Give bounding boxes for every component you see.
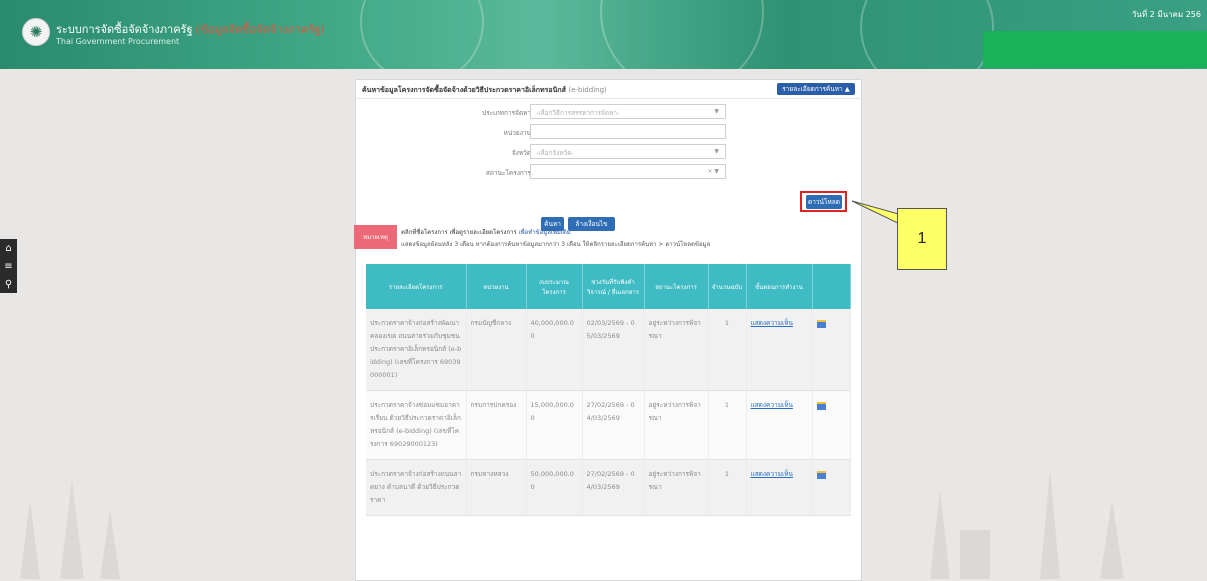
row-action-cell <box>812 459 851 516</box>
form-row-method: ประเภทการจัดหา -เลือกวิธีการสรรหาการจัดห… <box>356 104 861 120</box>
side-toolbar: ⌂ ≡ ⚲ <box>0 239 17 293</box>
document-icon[interactable] <box>816 471 826 479</box>
method-select[interactable]: -เลือกวิธีการสรรหาการจัดหา- ▼ <box>530 104 726 119</box>
search-panel: ค้นหาข้อมูลโครงการจัดซื้อจัดจ้างด้วยวิธี… <box>354 79 862 581</box>
project-agency: กรมการปกครอง <box>466 390 527 460</box>
clear-filter-button[interactable]: ล้างเงื่อนไข <box>568 217 615 231</box>
project-status: อยู่ระหว่างการพิจารณา <box>644 390 709 460</box>
project-status: อยู่ระหว่างการพิจารณา <box>644 309 709 391</box>
column-header[interactable]: งบประมาณโครงการ <box>526 264 583 309</box>
projects-table: รายละเอียดโครงการ หน่วยงาน งบประมาณโครงก… <box>366 264 851 516</box>
project-budget: 15,000,000.00 <box>526 390 583 460</box>
column-header <box>812 264 851 309</box>
province-label: จังหวัด <box>511 149 531 157</box>
panel-title-suffix: (e-bidding) <box>568 86 607 94</box>
site-title-red: (ข้อมูลจัดซื้อจัดจ้างภาครัฐ) <box>196 23 325 36</box>
site-subtitle: Thai Government Procurement <box>56 37 180 46</box>
comment-link[interactable]: แสดงความเห็น <box>746 390 813 460</box>
document-icon[interactable] <box>816 402 826 410</box>
search-icon[interactable]: ⚲ <box>5 279 12 290</box>
project-count: 1 <box>708 459 747 516</box>
note-line-1: คลิกที่ชื่อโครงการ เพื่อดูรายละเอียดโครง… <box>401 227 571 237</box>
agency-input[interactable] <box>530 124 726 139</box>
home-icon[interactable]: ⌂ <box>5 243 11 254</box>
column-header[interactable]: จำนวนฉบับ <box>708 264 747 309</box>
current-date: วันที่ 2 มีนาคม 256 <box>1131 10 1201 19</box>
chevron-down-icon: ▼ <box>714 148 719 155</box>
table-header-row: รายละเอียดโครงการ หน่วยงาน งบประมาณโครงก… <box>366 264 851 309</box>
note-line-1a: คลิกที่ชื่อโครงการ <box>401 229 448 236</box>
status-label: สถานะโครงการ <box>485 169 531 177</box>
project-dates: 02/03/2569 - 05/03/2569 <box>582 309 645 391</box>
column-header[interactable]: หน่วยงาน <box>466 264 527 309</box>
row-action-cell <box>812 309 851 391</box>
project-detail[interactable]: ประกวดราคาจ้างก่อสร้างพัฒนาคลองเขต ถนนสา… <box>366 309 467 391</box>
project-detail[interactable]: ประกวดราคาจ้างก่อสร้างถนนลาดยาง ตำบลนาดี… <box>366 459 467 516</box>
row-action-cell <box>812 390 851 460</box>
project-budget: 40,000,000.00 <box>526 309 583 391</box>
column-header[interactable]: ช่วงวันที่รับฟังคำวิจารณ์ / ยื่นเอกสาร <box>582 264 645 309</box>
comment-link[interactable]: แสดงความเห็น <box>746 309 813 391</box>
note-line-2: แสดงข้อมูลย้อนหลัง 3 เดือน หากต้องการค้น… <box>401 241 711 248</box>
project-agency: กรมบัญชีกลาง <box>466 309 527 391</box>
project-dates: 27/02/2569 - 04/03/2569 <box>582 390 645 460</box>
site-header: ✺ ระบบการจัดซื้อจัดจ้างภาครัฐ (ข้อมูลจัด… <box>0 0 1207 69</box>
project-status: อยู่ระหว่างการพิจารณา <box>644 459 709 516</box>
column-header[interactable]: รายละเอียดโครงการ <box>366 264 467 309</box>
panel-header: ค้นหาข้อมูลโครงการจัดซื้อจัดจ้างด้วยวิธี… <box>356 80 861 99</box>
province-select-value: -เลือกจังหวัด- <box>536 149 574 157</box>
status-select[interactable]: × ▼ <box>530 164 726 179</box>
project-detail[interactable]: ประกวดราคาจ้างซ่อมแซมอาคารเรียน ด้วยวิธี… <box>366 390 467 460</box>
site-title-main: ระบบการจัดซื้อจัดจ้างภาครัฐ <box>56 23 193 36</box>
panel-title: ค้นหาข้อมูลโครงการจัดซื้อจัดจ้างด้วยวิธี… <box>362 85 607 96</box>
method-label: ประเภทการจัดหา <box>482 109 531 117</box>
project-count: 1 <box>708 390 747 460</box>
column-header[interactable]: ขั้นตอนการทำงาน <box>746 264 813 309</box>
government-logo-icon[interactable]: ✺ <box>22 18 50 46</box>
search-details-toggle-button[interactable]: รายละเอียดการค้นหา ▲ <box>777 83 855 95</box>
site-title[interactable]: ระบบการจัดซื้อจัดจ้างภาครัฐ (ข้อมูลจัดซื… <box>56 20 325 38</box>
note-line-1b: เพื่อดูรายละเอียดโครงการ <box>449 229 517 236</box>
project-agency: กรมทางหลวง <box>466 459 527 516</box>
callout-label: 1 <box>897 208 947 270</box>
project-dates: 27/02/2569 - 04/03/2569 <box>582 459 645 516</box>
menu-icon[interactable]: ≡ <box>4 261 12 272</box>
column-header[interactable]: สถานะโครงการ <box>644 264 709 309</box>
form-row-status: สถานะโครงการ × ▼ <box>356 164 861 180</box>
project-budget: 50,000,000.00 <box>526 459 583 516</box>
note-line-1c: เพื่อทำข้อมูลเพิ่มเติม <box>518 229 571 236</box>
note-tag: หมายเหตุ <box>354 225 397 249</box>
project-count: 1 <box>708 309 747 391</box>
chevron-down-icon: ▼ <box>714 108 719 115</box>
form-row-province: จังหวัด -เลือกจังหวัด- ▼ <box>356 144 861 160</box>
form-row-agency: หน่วยงาน <box>356 124 861 140</box>
panel-title-text: ค้นหาข้อมูลโครงการจัดซื้อจัดจ้างด้วยวิธี… <box>362 86 566 94</box>
table-row[interactable]: ประกวดราคาจ้างซ่อมแซมอาคารเรียน ด้วยวิธี… <box>366 390 851 460</box>
document-icon[interactable] <box>816 320 826 328</box>
method-select-value: -เลือกวิธีการสรรหาการจัดหา- <box>536 109 620 117</box>
chevron-down-icon: × ▼ <box>707 168 719 175</box>
table-row[interactable]: ประกวดราคาจ้างก่อสร้างถนนลาดยาง ตำบลนาดี… <box>366 459 851 516</box>
header-green-panel <box>983 31 1207 68</box>
table-row[interactable]: ประกวดราคาจ้างก่อสร้างพัฒนาคลองเขต ถนนสา… <box>366 309 851 391</box>
comment-link[interactable]: แสดงความเห็น <box>746 459 813 516</box>
province-select[interactable]: -เลือกจังหวัด- ▼ <box>530 144 726 159</box>
agency-label: หน่วยงาน <box>503 129 531 137</box>
